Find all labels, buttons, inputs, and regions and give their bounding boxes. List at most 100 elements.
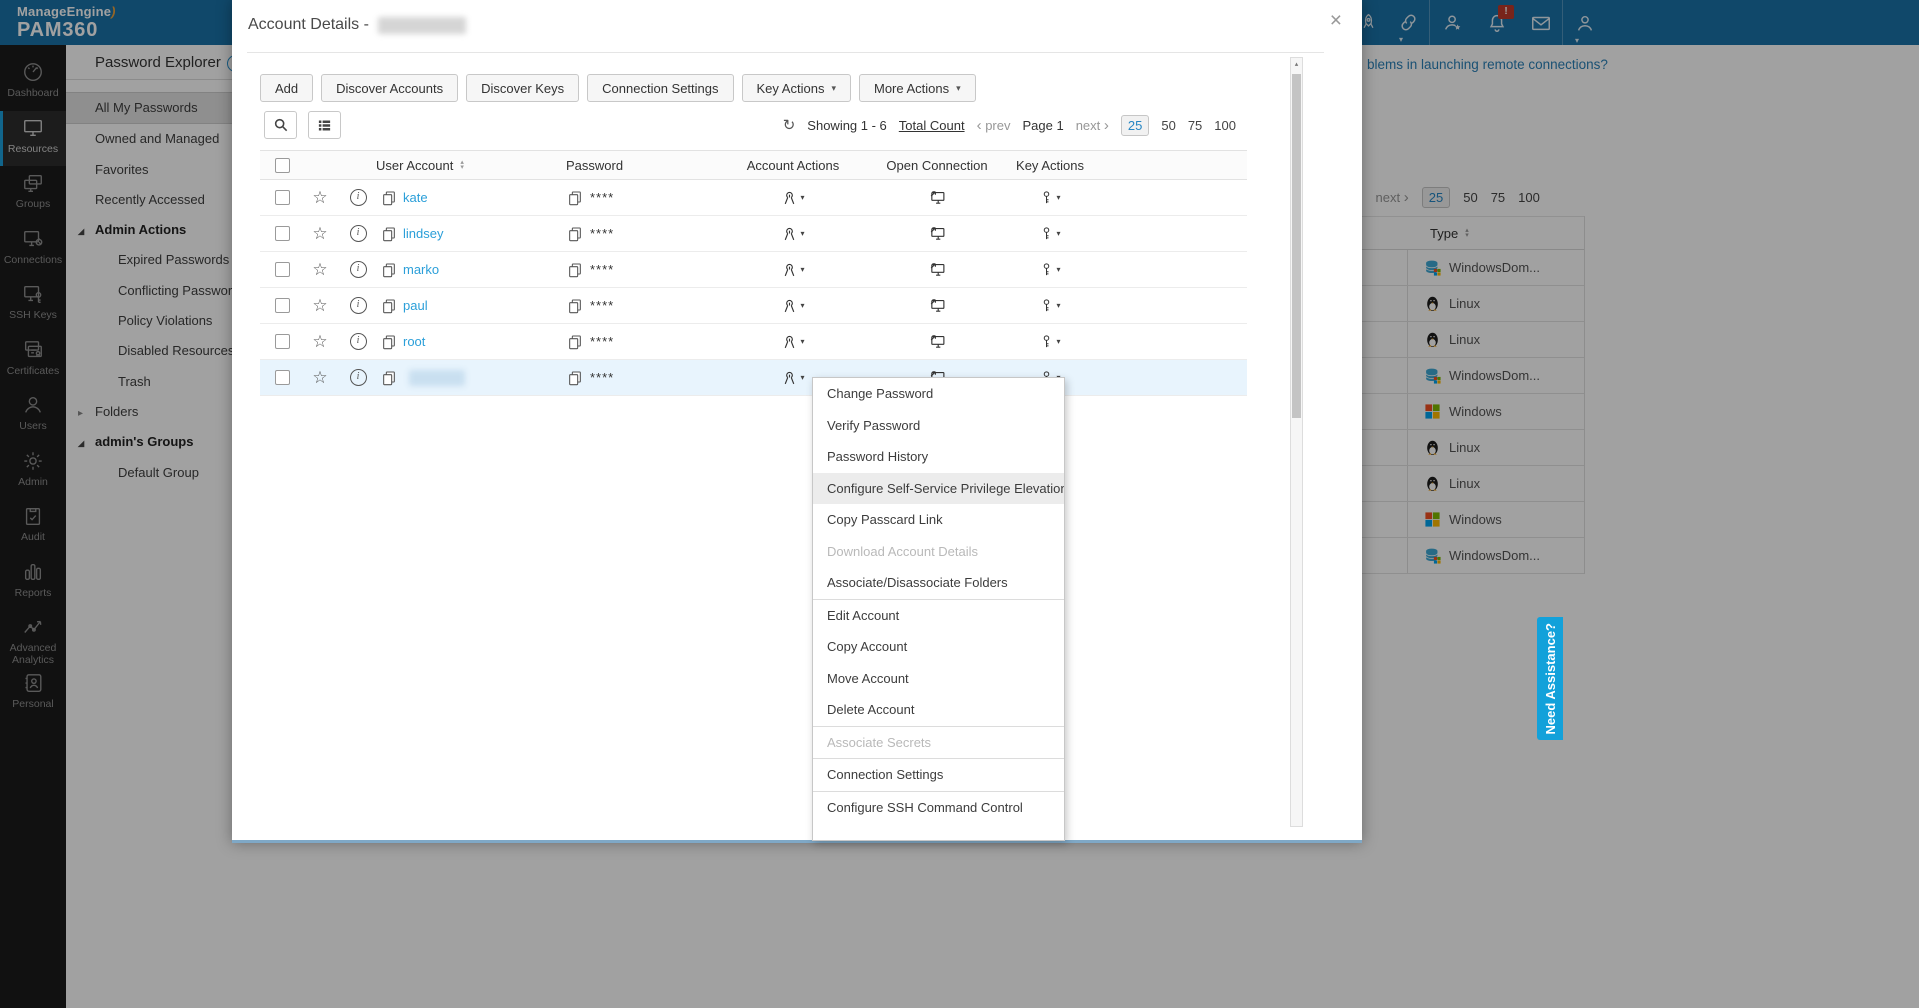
table-row[interactable]: kate ****: [260, 180, 1247, 216]
key-actions-icon[interactable]: [1039, 333, 1060, 350]
menu-item[interactable]: Configure Self-Service Privilege Elevati…: [813, 472, 1064, 504]
account-link[interactable]: marko: [403, 262, 439, 277]
favorite-star-icon[interactable]: [312, 188, 327, 208]
account-link[interactable]: paul: [403, 298, 428, 313]
table-row[interactable]: marko ****: [260, 252, 1247, 288]
col-user-account[interactable]: User Account: [376, 158, 453, 173]
add-button[interactable]: Add: [260, 74, 314, 102]
account-actions-icon[interactable]: [781, 297, 804, 314]
account-link[interactable]: kate: [403, 190, 428, 205]
favorite-star-icon[interactable]: [312, 332, 327, 352]
menu-item[interactable]: Verify Password: [813, 410, 1064, 442]
table-row[interactable]: root ****: [260, 324, 1247, 360]
menu-item[interactable]: Change Password: [813, 378, 1064, 410]
account-details-modal: Account Details - Add Discover Accounts …: [232, 0, 1362, 843]
key-actions-dropdown[interactable]: Key Actions: [741, 74, 851, 102]
info-icon[interactable]: [349, 261, 367, 278]
info-icon[interactable]: [349, 189, 367, 206]
copy-account-icon[interactable]: [381, 190, 397, 206]
account-link[interactable]: root: [403, 334, 425, 349]
menu-item[interactable]: Associate/Disassociate Folders: [813, 567, 1064, 599]
key-actions-icon[interactable]: [1039, 261, 1060, 278]
copy-account-icon[interactable]: [381, 334, 397, 350]
password-mask: ****: [590, 298, 615, 313]
row-checkbox[interactable]: [275, 298, 290, 313]
close-icon[interactable]: [1330, 10, 1342, 31]
page-size-50[interactable]: 50: [1161, 118, 1175, 133]
account-actions-icon[interactable]: [781, 261, 804, 278]
info-icon[interactable]: [349, 369, 367, 386]
info-icon[interactable]: [349, 225, 367, 242]
info-icon[interactable]: [349, 333, 367, 350]
menu-item[interactable]: Download Account Details: [813, 536, 1064, 568]
favorite-star-icon[interactable]: [312, 224, 327, 244]
row-checkbox[interactable]: [275, 226, 290, 241]
page-size-25[interactable]: 25: [1120, 114, 1150, 136]
open-connection-icon[interactable]: [928, 189, 947, 206]
scrollbar-thumb[interactable]: [1292, 74, 1301, 418]
table-row[interactable]: ****: [260, 360, 1247, 396]
row-checkbox[interactable]: [275, 370, 290, 385]
copy-password-icon[interactable]: [567, 298, 583, 314]
scroll-up-arrow-icon[interactable]: [1291, 58, 1302, 72]
copy-password-icon[interactable]: [567, 334, 583, 350]
menu-item[interactable]: Connection Settings: [813, 758, 1064, 791]
open-connection-icon[interactable]: [928, 297, 947, 314]
row-checkbox[interactable]: [275, 334, 290, 349]
menu-item[interactable]: Edit Account: [813, 598, 1064, 632]
page-size-75[interactable]: 75: [1188, 118, 1202, 133]
discover-keys-button[interactable]: Discover Keys: [466, 74, 580, 102]
need-assistance-tab[interactable]: Need Assistance?: [1537, 617, 1563, 740]
account-actions-icon[interactable]: [781, 225, 804, 242]
discover-accounts-button[interactable]: Discover Accounts: [321, 74, 459, 102]
menu-item[interactable]: Delete Account: [813, 694, 1064, 726]
key-actions-icon[interactable]: [1039, 297, 1060, 314]
redacted-account-name: [409, 369, 465, 386]
modal-scrollbar[interactable]: [1290, 57, 1303, 827]
account-actions-icon[interactable]: [781, 369, 804, 386]
copy-account-icon[interactable]: [381, 226, 397, 242]
account-link[interactable]: lindsey: [403, 226, 443, 241]
favorite-star-icon[interactable]: [312, 368, 327, 388]
refresh-icon[interactable]: [783, 116, 796, 134]
open-connection-icon[interactable]: [928, 333, 947, 350]
favorite-star-icon[interactable]: [312, 296, 327, 316]
sort-icon[interactable]: [460, 160, 464, 170]
key-actions-icon[interactable]: [1039, 225, 1060, 242]
prev-page-link[interactable]: prev: [977, 117, 1011, 134]
search-button[interactable]: [264, 111, 297, 139]
row-checkbox[interactable]: [275, 190, 290, 205]
select-all-checkbox[interactable]: [275, 157, 290, 173]
menu-item[interactable]: Configure SSH Command Control: [813, 790, 1064, 824]
key-actions-icon[interactable]: [1039, 189, 1060, 206]
total-count-link[interactable]: Total Count: [899, 118, 965, 133]
open-connection-icon[interactable]: [928, 225, 947, 242]
account-actions-icon[interactable]: [781, 189, 804, 206]
table-row[interactable]: paul ****: [260, 288, 1247, 324]
page-size-100[interactable]: 100: [1214, 118, 1236, 133]
info-icon[interactable]: [349, 297, 367, 314]
menu-item[interactable]: Password History: [813, 441, 1064, 473]
copy-password-icon[interactable]: [567, 370, 583, 386]
more-actions-dropdown[interactable]: More Actions: [858, 74, 976, 102]
favorite-star-icon[interactable]: [312, 260, 327, 280]
copy-account-icon[interactable]: [381, 298, 397, 314]
column-view-button[interactable]: [308, 111, 341, 139]
copy-password-icon[interactable]: [567, 226, 583, 242]
table-status-bar: Showing 1 - 6 Total Count prev Page 1 ne…: [783, 111, 1236, 139]
account-actions-icon[interactable]: [781, 333, 804, 350]
copy-password-icon[interactable]: [567, 190, 583, 206]
menu-item[interactable]: Copy Account: [813, 631, 1064, 663]
menu-item[interactable]: Move Account: [813, 663, 1064, 695]
copy-account-icon[interactable]: [381, 370, 397, 386]
accounts-table: User Account Password Account Actions Op…: [260, 150, 1247, 396]
menu-item[interactable]: Copy Passcard Link: [813, 504, 1064, 536]
connection-settings-button[interactable]: Connection Settings: [587, 74, 734, 102]
copy-account-icon[interactable]: [381, 262, 397, 278]
copy-password-icon[interactable]: [567, 262, 583, 278]
table-row[interactable]: lindsey ****: [260, 216, 1247, 252]
row-checkbox[interactable]: [275, 262, 290, 277]
open-connection-icon[interactable]: [928, 261, 947, 278]
next-page-link[interactable]: next: [1076, 117, 1109, 134]
menu-item[interactable]: Associate Secrets: [813, 725, 1064, 759]
